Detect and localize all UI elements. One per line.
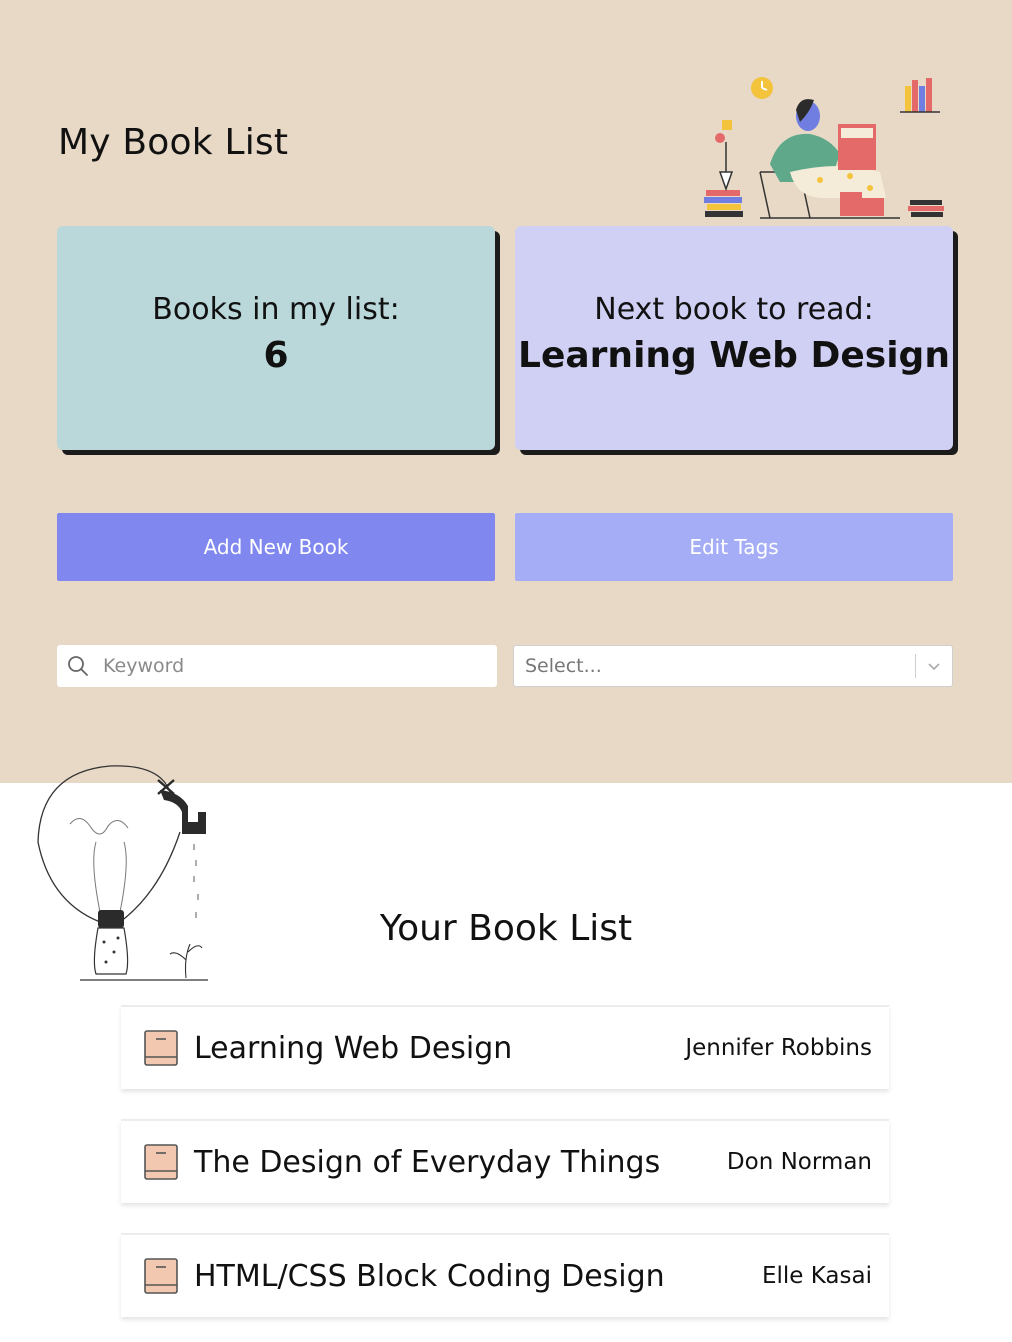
book-icon	[144, 1258, 178, 1294]
edit-tags-button[interactable]: Edit Tags	[515, 513, 953, 581]
next-book-value: Learning Web Design	[518, 335, 950, 376]
reading-woman-illustration	[704, 77, 944, 219]
next-book-card: Next book to read: Learning Web Design	[515, 226, 953, 450]
book-title: HTML/CSS Block Coding Design	[194, 1258, 665, 1294]
book-row[interactable]: HTML/CSS Block Coding Design Elle Kasai	[121, 1233, 889, 1317]
book-row[interactable]: The Design of Everyday Things Don Norman	[121, 1119, 889, 1203]
page-title: My Book List	[58, 122, 289, 163]
keyword-search[interactable]	[57, 645, 497, 687]
books-count-value: 6	[263, 335, 289, 376]
lightbulb-illustration	[37, 765, 208, 981]
tag-select-value: Select...	[525, 655, 602, 677]
next-book-label: Next book to read:	[594, 292, 874, 327]
book-author: Jennifer Robbins	[685, 1035, 872, 1061]
books-count-card: Books in my list: 6	[57, 226, 495, 450]
header-section: My Book List Books in my list: 6 Next bo…	[0, 0, 1012, 783]
books-count-label: Books in my list:	[152, 292, 400, 327]
book-title: Learning Web Design	[194, 1030, 513, 1066]
book-author: Elle Kasai	[761, 1263, 872, 1289]
book-icon	[144, 1144, 178, 1180]
keyword-input[interactable]	[103, 655, 483, 677]
add-new-book-button[interactable]: Add New Book	[57, 513, 495, 581]
book-icon	[144, 1030, 178, 1066]
search-icon	[68, 656, 88, 676]
chevron-down-icon[interactable]	[916, 646, 952, 686]
tag-select[interactable]: Select...	[513, 645, 953, 687]
book-row[interactable]: Learning Web Design Jennifer Robbins	[121, 1005, 889, 1089]
book-list-title: Your Book List	[379, 908, 633, 949]
book-author: Don Norman	[726, 1149, 872, 1175]
book-title: The Design of Everyday Things	[194, 1144, 661, 1180]
